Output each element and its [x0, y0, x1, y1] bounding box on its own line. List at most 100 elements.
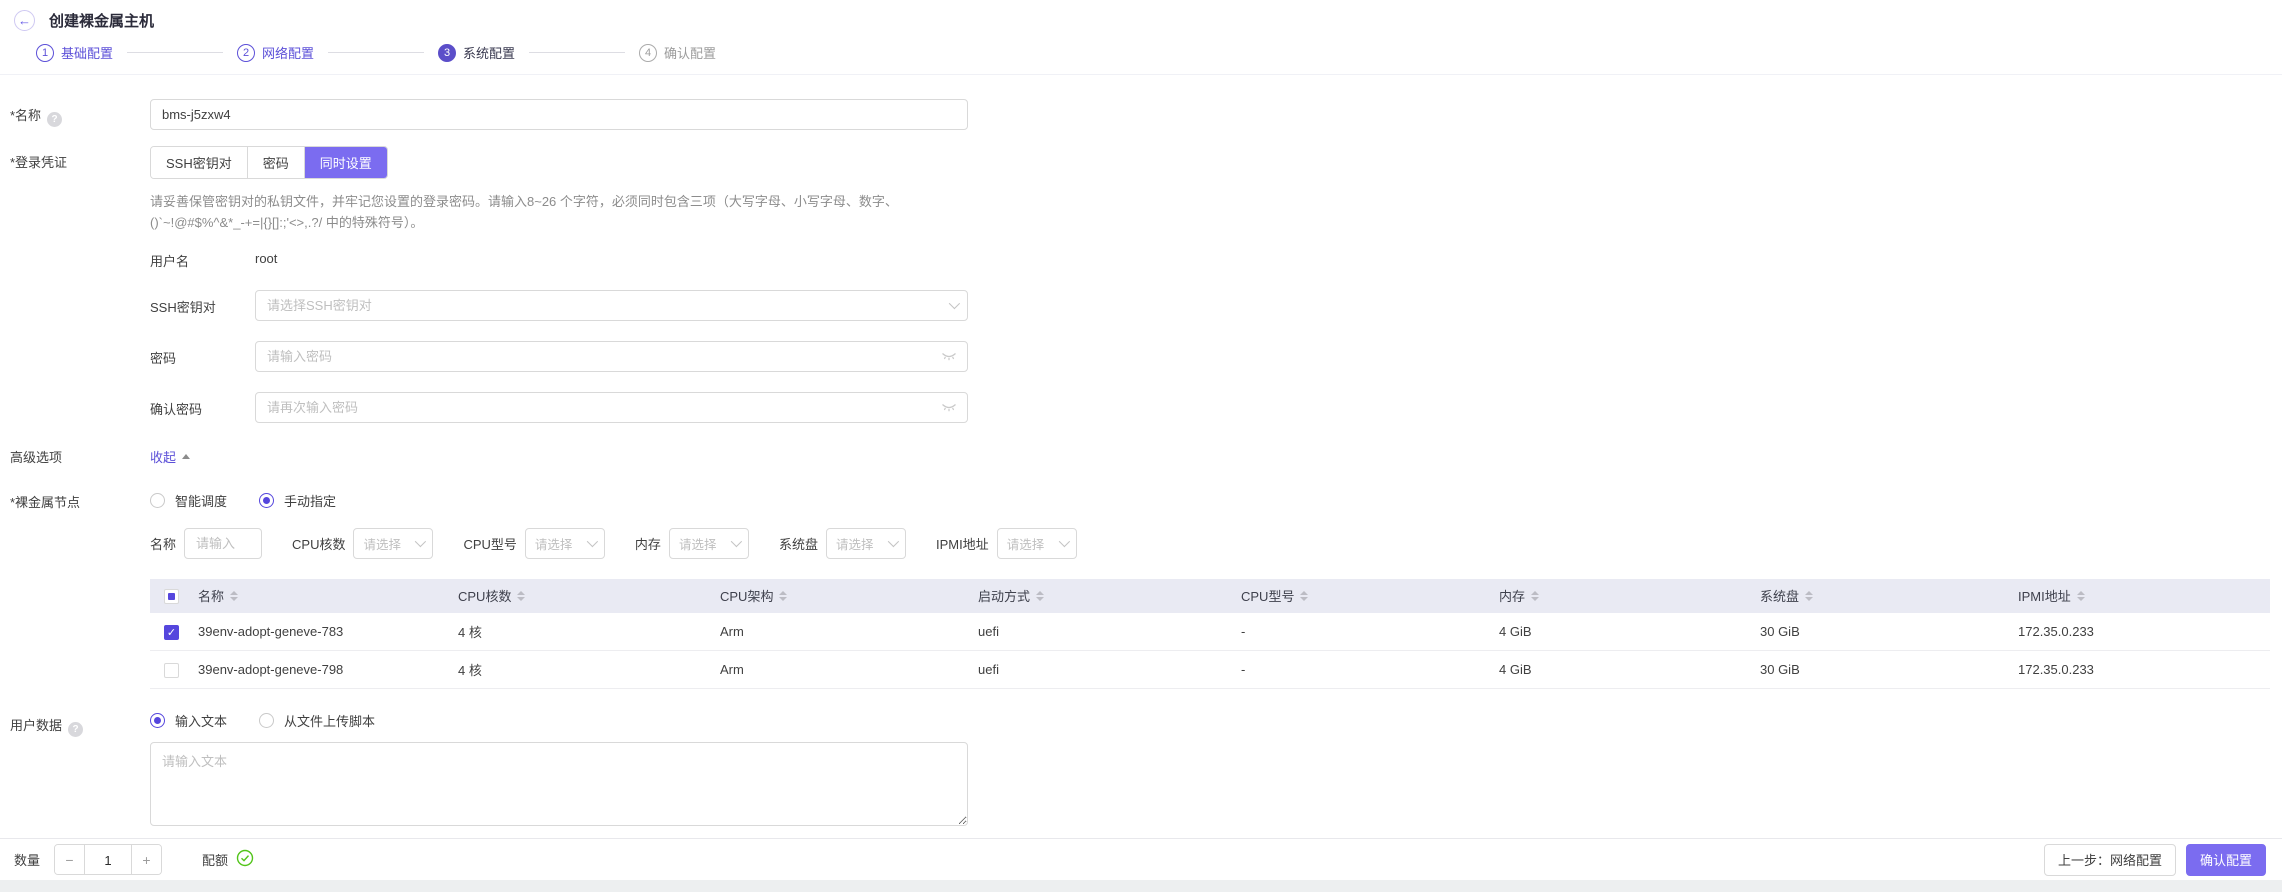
- column-label: 系统盘: [1760, 586, 1799, 605]
- sort-icon[interactable]: [1531, 591, 1539, 601]
- segment-ssh-keypair[interactable]: SSH密钥对: [151, 147, 248, 178]
- step-number: 3: [438, 44, 456, 62]
- user-data-row: 用户数据? 输入文本 从文件上传脚本 脚本大小：0B（最大：16KiB）: [0, 709, 2282, 838]
- column-header-boot-mode[interactable]: 启动方式: [978, 586, 1044, 605]
- footer-bar: 数量 − + 配额 上一步：网络配置 确认配置: [0, 838, 2282, 880]
- chevron-down-icon: [731, 536, 742, 547]
- select-placeholder: 请选择: [836, 534, 874, 553]
- column-header-name[interactable]: 名称: [198, 586, 238, 605]
- column-label: 内存: [1499, 586, 1525, 605]
- back-button[interactable]: ←: [14, 10, 35, 31]
- filter-ipmi-label: IPMI地址: [936, 534, 989, 553]
- column-header-cpu-arch[interactable]: CPU架构: [720, 586, 787, 605]
- radio-upload-script-label[interactable]: 从文件上传脚本: [284, 711, 375, 730]
- sort-icon[interactable]: [1805, 591, 1813, 601]
- select-all-checkbox[interactable]: [164, 589, 179, 604]
- column-header-cpu-cores[interactable]: CPU核数: [458, 586, 525, 605]
- chevron-down-icon: [888, 536, 899, 547]
- radio-smart-scheduling-label[interactable]: 智能调度: [175, 491, 227, 510]
- steps-wizard: 1 基础配置 2 网络配置 3 系统配置 4 确认配置: [36, 43, 2266, 62]
- step-confirm-config[interactable]: 4 确认配置: [639, 43, 716, 62]
- step-number: 4: [639, 44, 657, 62]
- column-header-system-disk[interactable]: 系统盘: [1760, 586, 1813, 605]
- chevron-down-icon: [1058, 536, 1069, 547]
- user-data-label: 用户数据: [10, 715, 62, 734]
- username-label: 用户名: [150, 244, 255, 270]
- confirm-password-input[interactable]: [255, 392, 968, 423]
- cell-boot-mode: uefi: [970, 651, 1233, 689]
- user-data-textarea[interactable]: [150, 742, 968, 826]
- sort-icon[interactable]: [230, 591, 238, 601]
- sort-icon[interactable]: [2077, 591, 2085, 601]
- sort-icon[interactable]: [1300, 591, 1308, 601]
- question-circle-icon[interactable]: ?: [47, 112, 62, 127]
- ssh-keypair-label: SSH密钥对: [150, 290, 255, 321]
- sort-icon[interactable]: [779, 591, 787, 601]
- step-connector: [328, 52, 424, 53]
- segment-password[interactable]: 密码: [248, 147, 305, 178]
- filter-cpu-cores-select[interactable]: 请选择: [353, 528, 433, 559]
- confirm-password-row: 确认密码: [0, 392, 2282, 423]
- step-basic-config[interactable]: 1 基础配置: [36, 43, 113, 62]
- step-system-config[interactable]: 3 系统配置: [438, 43, 515, 62]
- confirm-config-button[interactable]: 确认配置: [2186, 844, 2266, 876]
- row-checkbox[interactable]: ✓: [164, 625, 179, 640]
- cell-cpu-arch: Arm: [712, 651, 970, 689]
- eye-closed-icon[interactable]: [941, 401, 957, 413]
- column-header-cpu-model[interactable]: CPU型号: [1241, 586, 1308, 605]
- sort-icon[interactable]: [1036, 591, 1044, 601]
- minus-button[interactable]: −: [55, 845, 85, 874]
- collapse-link[interactable]: 收起: [150, 441, 190, 466]
- question-circle-icon[interactable]: ?: [68, 722, 83, 737]
- column-label: IPMI地址: [2018, 586, 2071, 605]
- password-row: 密码: [0, 341, 2282, 372]
- page-title: 创建裸金属主机: [49, 10, 154, 31]
- ssh-keypair-row: SSH密钥对: [0, 290, 2282, 321]
- filter-system-disk-select[interactable]: 请选择: [826, 528, 906, 559]
- quantity-input[interactable]: [85, 845, 131, 875]
- sort-icon[interactable]: [517, 591, 525, 601]
- quantity-stepper: − +: [54, 844, 162, 875]
- filter-name-label: 名称: [150, 534, 176, 553]
- plus-button[interactable]: +: [131, 845, 161, 874]
- cell-memory: 4 GiB: [1491, 613, 1752, 651]
- filter-name-input[interactable]: [184, 528, 262, 559]
- column-label: CPU架构: [720, 586, 773, 605]
- password-input[interactable]: [255, 341, 968, 372]
- cell-name: 39env-adopt-geneve-783: [190, 613, 450, 651]
- prev-step-button[interactable]: 上一步：网络配置: [2044, 844, 2176, 876]
- name-label: *名称: [10, 105, 41, 124]
- cell-ipmi: 172.35.0.233: [2010, 651, 2270, 689]
- filter-cpu-model-select[interactable]: 请选择: [525, 528, 605, 559]
- radio-smart-scheduling[interactable]: [150, 493, 165, 508]
- radio-manual-assign[interactable]: [259, 493, 274, 508]
- column-label: CPU型号: [1241, 586, 1294, 605]
- quantity-label: 数量: [14, 850, 40, 869]
- column-header-ipmi[interactable]: IPMI地址: [2018, 586, 2085, 605]
- table-row[interactable]: ✓ 39env-adopt-geneve-783 4 核 Arm uefi - …: [150, 613, 2270, 651]
- radio-manual-assign-label[interactable]: 手动指定: [284, 491, 336, 510]
- advanced-options-row: 高级选项 收起: [0, 441, 2282, 466]
- name-input[interactable]: [150, 99, 968, 130]
- row-checkbox[interactable]: [164, 663, 179, 678]
- radio-upload-script[interactable]: [259, 713, 274, 728]
- radio-input-text[interactable]: [150, 713, 165, 728]
- segment-both[interactable]: 同时设置: [305, 147, 387, 178]
- quota-label: 配额: [202, 850, 228, 869]
- cell-system-disk: 30 GiB: [1752, 651, 2010, 689]
- credentials-hint-text: 请妥善保管密钥对的私钥文件，并牢记您设置的登录密码。请输入8~26 个字符，必须…: [150, 191, 972, 234]
- username-value: root: [255, 244, 277, 270]
- step-network-config[interactable]: 2 网络配置: [237, 43, 314, 62]
- table-row[interactable]: 39env-adopt-geneve-798 4 核 Arm uefi - 4 …: [150, 651, 2270, 689]
- radio-input-text-label[interactable]: 输入文本: [175, 711, 227, 730]
- ssh-keypair-input[interactable]: [255, 290, 968, 321]
- eye-closed-icon[interactable]: [941, 350, 957, 362]
- credential-type-segmented: SSH密钥对 密码 同时设置: [150, 146, 388, 179]
- filter-memory-select[interactable]: 请选择: [669, 528, 749, 559]
- page-header: ← 创建裸金属主机 1 基础配置 2 网络配置 3 系统配置 4 确认配置: [0, 0, 2282, 75]
- ssh-keypair-select[interactable]: [255, 290, 968, 321]
- step-label: 系统配置: [463, 43, 515, 62]
- confirm-password-label: 确认密码: [150, 392, 255, 423]
- column-header-memory[interactable]: 内存: [1499, 586, 1539, 605]
- filter-ipmi-select[interactable]: 请选择: [997, 528, 1077, 559]
